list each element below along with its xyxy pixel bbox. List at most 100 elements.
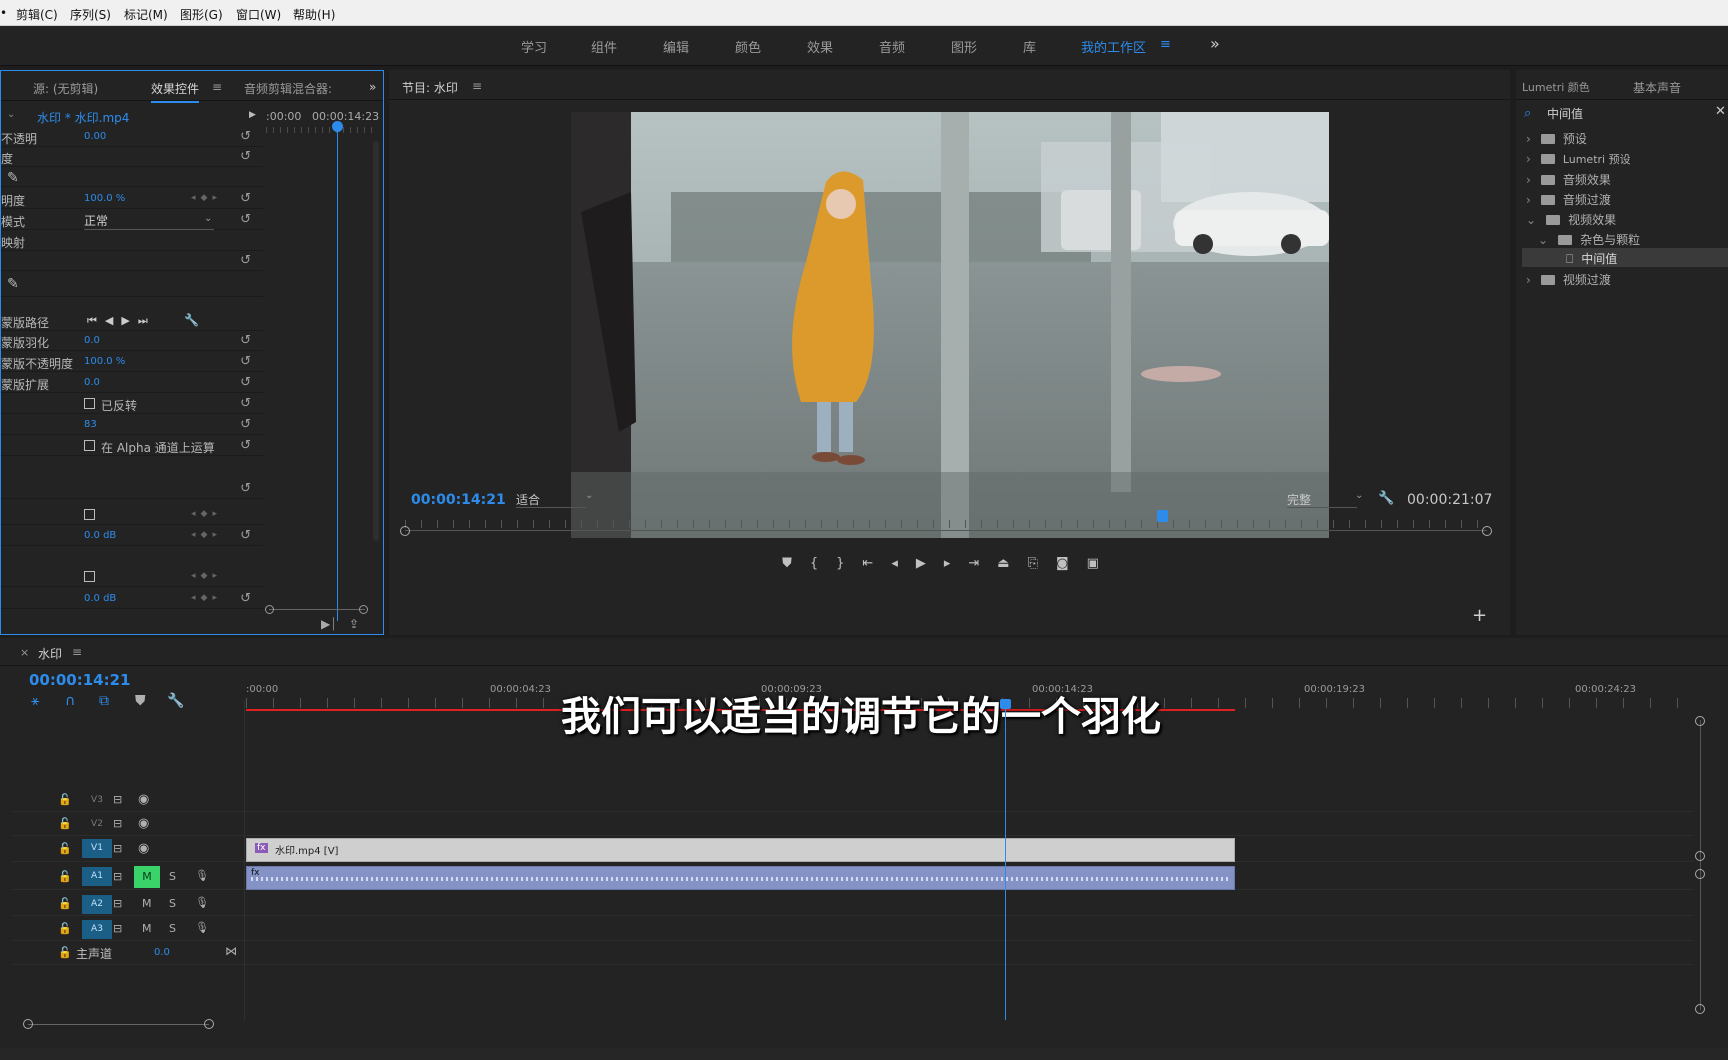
go-to-in-icon[interactable]: ⇤ [862, 556, 891, 571]
close-tab-icon[interactable]: × [20, 646, 29, 659]
reset-icon[interactable]: ↺ [240, 481, 251, 496]
add-marker-icon[interactable]: ⛊ [135, 693, 146, 709]
vscroll-handle-mid[interactable] [1695, 851, 1705, 861]
overflow-icon[interactable]: » [369, 80, 376, 94]
chevron-down-icon[interactable]: ⌄ [7, 109, 15, 120]
lock-icon[interactable]: 🔓 [58, 897, 72, 910]
tree-item-lumetri-presets[interactable]: › Lumetri 预设 [1526, 151, 1631, 167]
keyframe-nav-icon[interactable]: ◂◆▸ [191, 193, 222, 203]
sync-lock-icon[interactable]: ⊟ [113, 817, 122, 830]
header-scroll-right[interactable] [204, 1019, 214, 1029]
tab-audio-clip-mixer[interactable]: 音频剪辑混合器: [244, 80, 332, 97]
tree-item-video-transitions[interactable]: › 视频过渡 [1526, 271, 1611, 288]
timeline-playhead-handle[interactable] [999, 699, 1011, 709]
header-scrollbar[interactable] [28, 1024, 209, 1025]
sync-lock-icon[interactable]: ⊟ [113, 793, 122, 806]
workspace-learn[interactable]: 学习 [521, 37, 547, 56]
sequence-tab[interactable]: 水印 [38, 645, 62, 662]
pen-icon[interactable]: ✎ [7, 170, 19, 186]
eye-icon[interactable]: ◉ [138, 792, 149, 807]
workspace-editing[interactable]: 编辑 [663, 37, 689, 56]
scrub-zoom-left[interactable] [400, 526, 410, 536]
mark-out-icon[interactable]: } [836, 556, 862, 571]
step-forward-icon[interactable]: ▸ [944, 556, 969, 571]
scrub-bar[interactable] [405, 530, 1487, 531]
camera-icon[interactable]: ◙ [1056, 556, 1087, 571]
snap-magnet-icon[interactable]: ∩ [65, 693, 75, 709]
inverted-checkbox[interactable] [84, 398, 95, 409]
reset-icon[interactable]: ↺ [240, 129, 251, 144]
pen-icon[interactable]: ✎ [7, 276, 19, 292]
reset-icon[interactable]: ↺ [240, 438, 251, 453]
video-clip[interactable]: fx 水印.mp4 [V] [246, 838, 1235, 862]
play-only-icon[interactable]: ▶ [249, 110, 256, 120]
lift-icon[interactable]: ⏏ [997, 556, 1027, 571]
track-target-a2[interactable]: A2 [82, 895, 112, 914]
keyframe-nav-icon[interactable]: ◂◆▸ [191, 530, 222, 540]
tree-item-noise-grain[interactable]: ⌄ 杂色与颗粒 [1538, 231, 1640, 248]
sync-lock-icon[interactable]: ⊟ [113, 870, 122, 883]
tab-menu-icon[interactable]: ≡ [212, 80, 222, 94]
zoom-handle-right[interactable] [359, 605, 368, 614]
blend-mode-select[interactable]: 正常 [84, 212, 214, 230]
mask-feather-value[interactable]: 0.0 [84, 335, 100, 346]
workspace-my-workspace[interactable]: 我的工作区 [1081, 37, 1146, 56]
mute-toggle-icon[interactable]: M [134, 866, 160, 888]
menu-clip[interactable]: 剪辑(C) [16, 6, 58, 23]
lock-icon[interactable]: 🔓 [58, 817, 72, 830]
tree-item-audio-effects[interactable]: › 音频效果 [1526, 171, 1611, 188]
sync-lock-icon[interactable]: ⊟ [113, 922, 122, 935]
chevron-down-icon[interactable]: ⌄ [204, 213, 212, 224]
nest-toggle-icon[interactable]: ⚹ [31, 693, 39, 709]
reset-icon[interactable]: ↺ [240, 191, 251, 206]
chevron-down-icon[interactable]: ⌄ [1355, 490, 1363, 501]
zoom-scrollbar[interactable] [269, 609, 365, 610]
workspace-assembly[interactable]: 组件 [591, 37, 617, 56]
reset-icon[interactable]: ↺ [240, 149, 251, 164]
menu-graphics[interactable]: 图形(G) [180, 6, 223, 23]
timeline-timecode[interactable]: 00:00:14:21 [29, 671, 131, 689]
play-icon[interactable]: ▶ [916, 556, 944, 571]
microphone-icon[interactable]: 🎙 [195, 869, 209, 882]
microphone-icon[interactable]: 🎙 [195, 896, 209, 909]
timeline-vertical-scrollbar[interactable] [1700, 720, 1701, 1010]
lock-icon[interactable]: 🔓 [58, 842, 72, 855]
fit-select[interactable]: 适合 [516, 491, 586, 508]
tree-item-video-effects[interactable]: ⌄ 视频效果 [1526, 211, 1616, 228]
tab-lumetri-color[interactable]: Lumetri 颜色 [1522, 79, 1590, 95]
mask-opacity-value[interactable]: 100.0 % [84, 356, 125, 367]
tab-effect-controls[interactable]: 效果控件 [151, 80, 200, 103]
program-title[interactable]: 节目: 水印 [402, 79, 458, 96]
effect-playhead[interactable] [337, 121, 338, 621]
master-volume-value[interactable]: 0.0 [154, 947, 170, 958]
tree-item-audio-transitions[interactable]: › 音频过渡 [1526, 191, 1611, 208]
video-frame[interactable] [571, 112, 1329, 538]
mark-in-icon[interactable]: { [810, 556, 836, 571]
menu-window[interactable]: 窗口(W) [236, 6, 281, 23]
vscroll-handle-top[interactable] [1695, 716, 1705, 726]
tab-source[interactable]: 源: (无剪辑) [33, 80, 98, 97]
lock-icon[interactable]: 🔓 [58, 922, 72, 935]
timeline-settings-wrench-icon[interactable]: 🔧 [167, 693, 184, 709]
workspace-effects[interactable]: 效果 [807, 37, 833, 56]
effects-search-input[interactable]: 中间值 [1547, 105, 1697, 122]
workspace-graphics[interactable]: 图形 [951, 37, 977, 56]
solo-toggle-icon[interactable]: S [169, 897, 176, 910]
effect-playhead-handle[interactable] [332, 121, 343, 132]
reset-icon[interactable]: ↺ [240, 528, 251, 543]
chevron-down-icon[interactable]: ⌄ [585, 490, 593, 501]
zoom-handle-left[interactable] [265, 605, 274, 614]
solo-toggle-icon[interactable]: S [169, 922, 176, 935]
bypass-checkbox[interactable] [84, 571, 95, 582]
vscroll-handle-audio[interactable] [1695, 869, 1705, 879]
reset-icon[interactable]: ↺ [240, 354, 251, 369]
mask-track-controls-icon[interactable]: ⏮◀▶⏭ [87, 314, 156, 328]
quality-select[interactable]: 完整 [1287, 491, 1357, 508]
level-value[interactable]: 0.0 dB [84, 593, 116, 604]
wrench-icon[interactable]: 🔧 [1378, 491, 1394, 506]
track-target-a3[interactable]: A3 [82, 920, 112, 939]
mute-toggle-icon[interactable]: M [142, 922, 152, 935]
export-icon[interactable]: ⇪ [349, 617, 359, 631]
go-to-out-icon[interactable]: ⇥ [968, 556, 997, 571]
lock-icon[interactable]: 🔓 [58, 946, 72, 959]
